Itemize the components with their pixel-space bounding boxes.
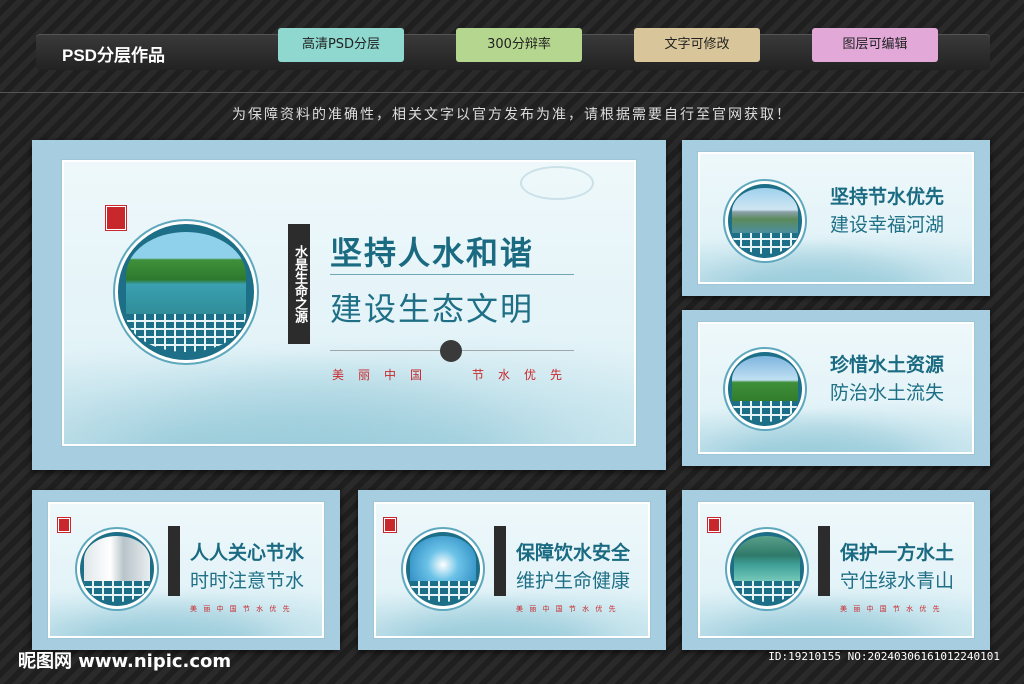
board-4-panel: 人人关心节水 时时注意节水 美 丽 中 国 节 水 优 先 [48,502,324,638]
divider [0,92,1024,93]
slogan-line-2: 建设幸福河湖 [830,214,945,236]
brand-watermark: 昵图网 www.nipic.com [18,651,232,672]
vertical-banner [494,526,506,596]
seal-stamp-icon [106,206,126,230]
board-2: 坚持节水优先 建设幸福河湖 [682,140,990,296]
photo-circle [730,532,804,606]
id-text: ID:19210155 NO:20240306161012240101 [768,650,1000,663]
vertical-banner [818,526,830,596]
tag-layers-editable: 图层可编辑 [812,28,938,62]
photo-circle [406,532,480,606]
red-text-left: 美丽中国 [332,368,437,382]
grassland-photo [732,356,798,404]
board-main: 水是生命之源 坚持人水和谐 建设生态文明 美丽中国 节水优先 [32,140,666,470]
slogan-line-1: 坚持节水优先 [830,186,945,208]
board-3-panel: 珍惜水土资源 防治水土流失 [698,322,974,454]
slogan-line-1: 保护一方水土 [840,542,955,564]
bronze-vessel-icon [440,340,462,362]
slogan-line-1: 保障饮水安全 [516,542,631,564]
red-small-text: 美 丽 中 国 节 水 优 先 [840,605,942,613]
seal-stamp-icon [708,518,720,532]
photo-circle [80,532,154,606]
board-3: 珍惜水土资源 防治水土流失 [682,310,990,466]
slogan-line-2: 维护生命健康 [516,570,631,592]
water-splash-photo [410,536,476,584]
top-bar: PSD分层作品 高清PSD分层 300分辩率 文字可修改 图层可编辑 [36,28,990,70]
board-6-panel: 保护一方水土 守住绿水青山 美 丽 中 国 节 水 优 先 [698,502,974,638]
board-2-panel: 坚持节水优先 建设幸福河湖 [698,152,974,284]
seal-stamp-icon [384,518,396,532]
board-5-panel: 保障饮水安全 维护生命健康 美 丽 中 国 节 水 优 先 [374,502,650,638]
red-small-text: 美 丽 中 国 节 水 优 先 [190,605,292,613]
work-title: PSD分层作品 [62,46,165,65]
city-river-photo [732,188,798,236]
photo-circle [728,352,802,426]
slogan-line-1: 珍惜水土资源 [830,354,945,376]
slogan-line-1: 人人关心节水 [190,542,305,564]
board-6: 保护一方水土 守住绿水青山 美 丽 中 国 节 水 优 先 [682,490,990,650]
faucet-photo [84,536,150,584]
lake-forest-photo [126,232,246,320]
green-lake-photo [734,536,800,584]
vertical-banner: 水是生命之源 [288,224,310,344]
tag-resolution: 300分辩率 [456,28,582,62]
red-text-right: 节水优先 [472,368,577,382]
cloud-icon [520,166,594,200]
slogan-line-2: 防治水土流失 [830,382,945,404]
slogan-line-2: 建设生态文明 [330,290,535,328]
slogan-line-2: 时时注意节水 [190,570,305,592]
tag-text-editable: 文字可修改 [634,28,760,62]
tag-hd-psd: 高清PSD分层 [278,28,404,62]
seal-stamp-icon [58,518,70,532]
photo-circle [728,184,802,258]
vertical-banner [168,526,180,596]
photo-circle [118,224,254,360]
slogan-divider [330,274,574,275]
slogan-line-2: 守住绿水青山 [840,570,955,592]
board-5: 保障饮水安全 维护生命健康 美 丽 中 国 节 水 优 先 [358,490,666,650]
slogan-line-1: 坚持人水和谐 [330,234,535,272]
board-main-panel: 水是生命之源 坚持人水和谐 建设生态文明 美丽中国 节水优先 [62,160,636,446]
notice-text: 为保障资料的准确性，相关文字以官方发布为准，请根据需要自行至官网获取！ [232,107,792,123]
red-small-text: 美 丽 中 国 节 水 优 先 [516,605,618,613]
board-4: 人人关心节水 时时注意节水 美 丽 中 国 节 水 优 先 [32,490,340,650]
